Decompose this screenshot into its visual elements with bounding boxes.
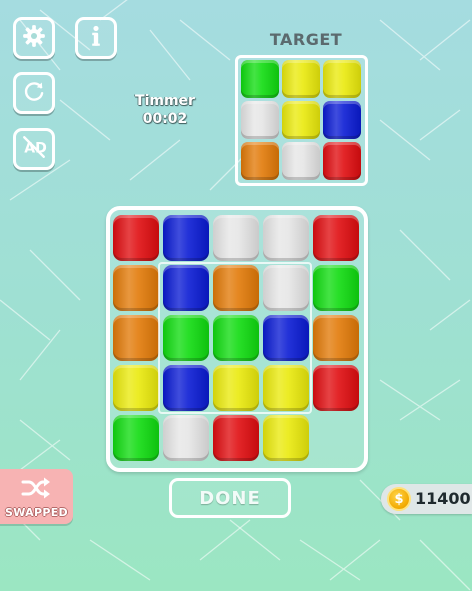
done-button[interactable]: DONE [169,478,291,518]
gear-icon [21,23,47,53]
board-tile-yellow[interactable] [113,365,159,411]
swap-button[interactable]: SWAPPED [0,469,73,524]
board-tile-blue[interactable] [163,215,209,261]
board-tile-yellow[interactable] [263,415,309,461]
restart-button[interactable] [13,72,55,114]
board-tile-blue[interactable] [263,315,309,361]
board-tile-red[interactable] [113,215,159,261]
board-tile-white[interactable] [263,265,309,311]
board-tile-red[interactable] [313,215,359,261]
board-tile-yellow[interactable] [263,365,309,411]
target-tile-white [282,142,320,180]
board-tile-white[interactable] [213,215,259,261]
board-tile-green[interactable] [113,415,159,461]
board-tile-green[interactable] [213,315,259,361]
board-tile-green[interactable] [313,265,359,311]
board-tile-orange[interactable] [313,315,359,361]
target-tile-blue [323,101,361,139]
coin-value: 11400 [415,489,471,508]
board-tile-white[interactable] [163,415,209,461]
target-tile-red [323,142,361,180]
target-tile-green [241,60,279,98]
target-tile-yellow [282,60,320,98]
target-tile-orange [241,142,279,180]
board-tile-orange[interactable] [113,265,159,311]
board-tile-yellow[interactable] [213,365,259,411]
board-tile-blue[interactable] [163,365,209,411]
board-tile-orange[interactable] [113,315,159,361]
board-tile-green[interactable] [163,315,209,361]
settings-button[interactable] [13,17,55,59]
board-tile-orange[interactable] [213,265,259,311]
info-button[interactable] [75,17,117,59]
coin-icon: $ [387,487,411,511]
board-tile-white[interactable] [263,215,309,261]
board-tile-blue[interactable] [163,265,209,311]
board-tile-red[interactable] [213,415,259,461]
board-tile-red[interactable] [313,365,359,411]
timer-label: Timmer [135,93,195,109]
no-ads-icon: AD [21,134,47,164]
coin-counter: $ 11400 [381,484,472,514]
target-tile-yellow [323,60,361,98]
timer-value: 00:02 [142,111,188,127]
no-ads-button[interactable]: AD [13,128,55,170]
target-title: TARGET [269,30,343,49]
target-tile-white [241,101,279,139]
timer-display: Timmer 00:02 [120,92,210,128]
swap-label: SWAPPED [5,506,68,519]
info-icon [83,23,109,53]
restart-icon [21,78,47,108]
target-tile-yellow [282,101,320,139]
